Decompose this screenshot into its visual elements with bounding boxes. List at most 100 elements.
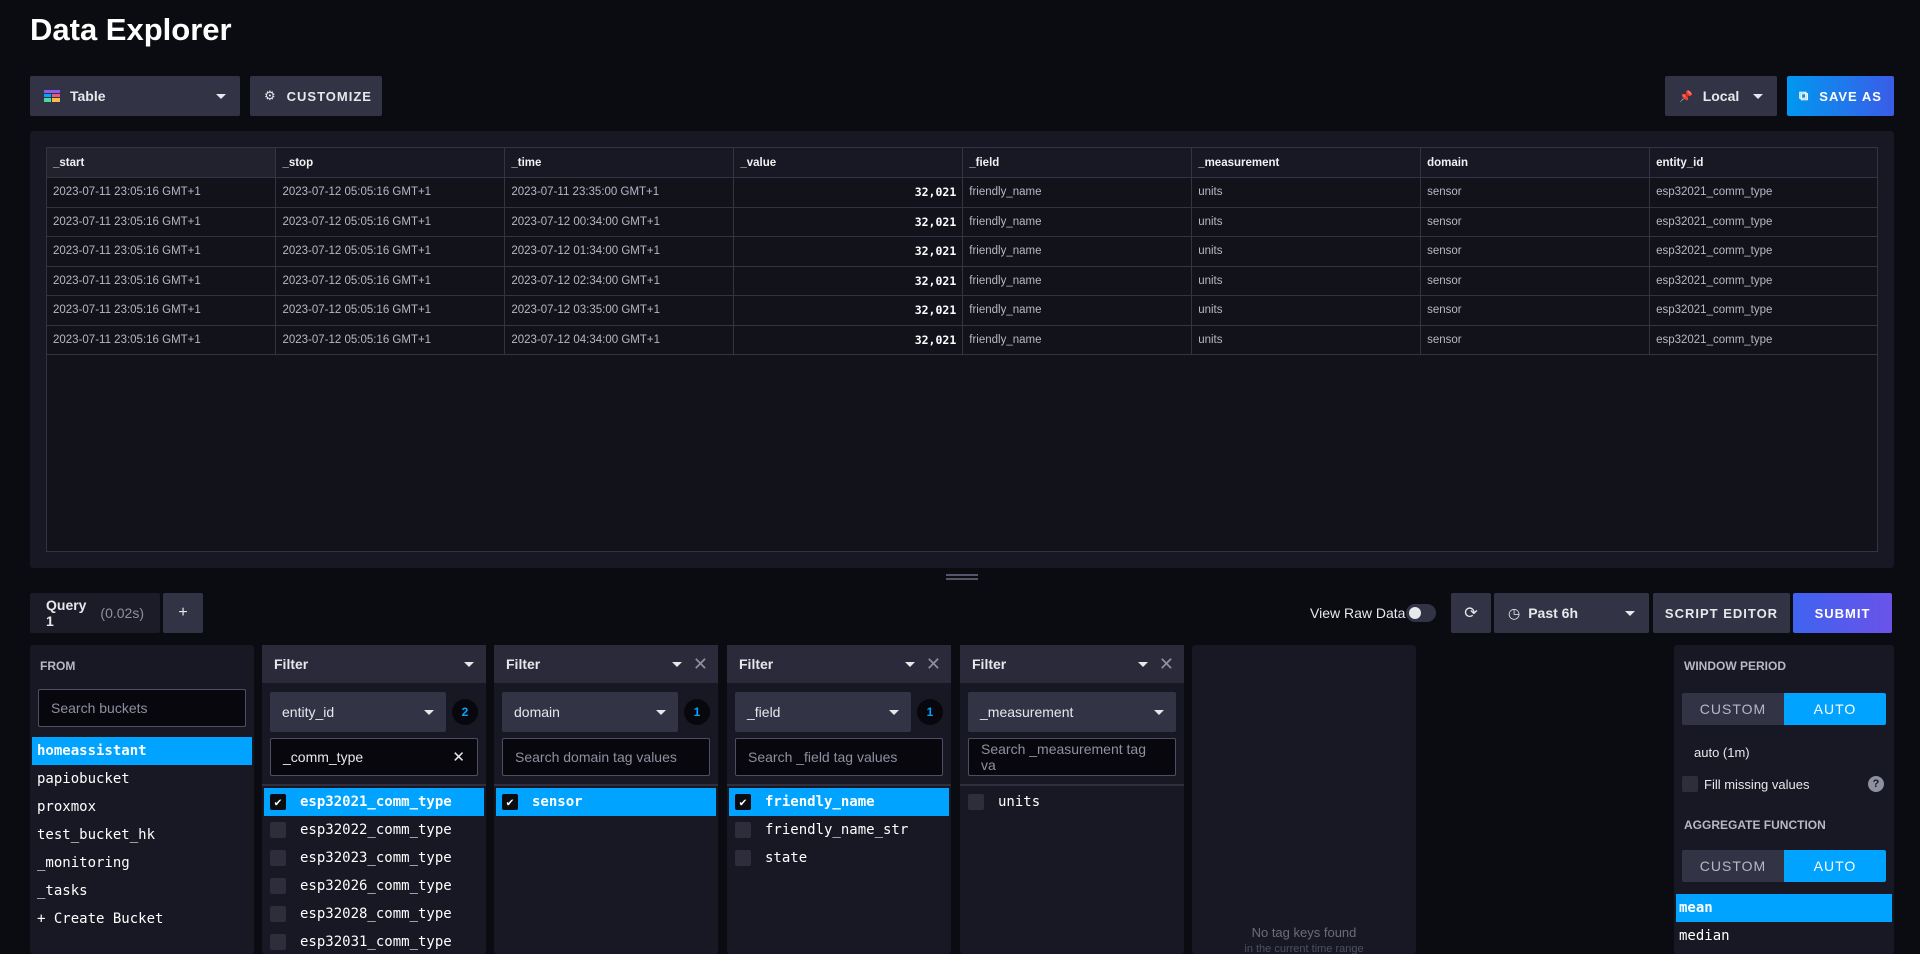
filter-card: Filter entity_id 2 _comm_type ✕ ✔ esp32021_com… (262, 645, 486, 954)
checkbox[interactable]: ✔ (735, 794, 751, 810)
tag-value-item[interactable]: units (962, 788, 1182, 816)
window-auto-button[interactable]: AUTO (1784, 693, 1886, 725)
save-as-button[interactable]: ⧉ SAVE AS (1787, 76, 1894, 116)
submit-button[interactable]: SUBMIT (1793, 593, 1892, 633)
checkbox[interactable] (968, 794, 984, 810)
refresh-button[interactable]: ⟳ (1451, 593, 1491, 633)
column-header[interactable]: _start (47, 148, 277, 178)
empty-message: No tag keys found (1251, 925, 1357, 940)
column-header[interactable]: _measurement (1191, 148, 1422, 178)
script-editor-button[interactable]: SCRIPT EDITOR (1653, 593, 1790, 633)
tag-value-search-input[interactable]: _comm_type ✕ (270, 738, 478, 776)
checkbox[interactable]: ✔ (502, 794, 518, 810)
filter-function-dropdown[interactable]: Filter (739, 656, 915, 672)
search-placeholder: Search _measurement tag va (981, 741, 1146, 773)
checkbox[interactable] (735, 850, 751, 866)
viz-type-dropdown[interactable]: Table (30, 76, 240, 116)
time-range-dropdown[interactable]: ◷ Past 6h (1494, 593, 1649, 633)
tag-value-item[interactable]: esp32026_comm_type (264, 872, 484, 900)
checkbox[interactable] (270, 850, 286, 866)
bucket-item[interactable]: papiobucket (32, 765, 252, 793)
function-list: mean median (1674, 894, 1894, 950)
query-tab[interactable]: Query 1 (0.02s) (30, 593, 160, 633)
view-raw-toggle[interactable] (1406, 604, 1436, 622)
tag-key-dropdown[interactable]: _field (735, 692, 911, 732)
tag-value-item[interactable]: state (729, 844, 949, 872)
window-custom-button[interactable]: CUSTOM (1682, 693, 1784, 725)
column-header[interactable]: domain (1420, 148, 1651, 178)
tag-value-item[interactable]: esp32023_comm_type (264, 844, 484, 872)
tag-key-dropdown[interactable]: domain (502, 692, 678, 732)
remove-filter-icon[interactable]: ✕ (1159, 654, 1174, 675)
timezone-dropdown[interactable]: 📌 Local (1665, 76, 1777, 116)
table-cell: 2023-07-12 04:34:00 GMT+1 (504, 325, 735, 355)
aggregate-function-item[interactable]: median (1676, 922, 1892, 950)
bucket-item[interactable]: _tasks (32, 877, 252, 905)
checkbox[interactable] (270, 878, 286, 894)
bucket-item[interactable]: _monitoring (32, 849, 252, 877)
column-header[interactable]: _time (504, 148, 735, 178)
checkbox[interactable] (270, 906, 286, 922)
table-cell: units (1191, 207, 1422, 237)
tag-value-search-input[interactable]: Search _measurement tag va (968, 738, 1176, 776)
tag-value-item[interactable]: esp32028_comm_type (264, 900, 484, 928)
bucket-search-input[interactable]: Search buckets (38, 689, 246, 727)
function-custom-button[interactable]: CUSTOM (1682, 850, 1784, 882)
resize-handle[interactable] (946, 574, 978, 580)
filter-function-dropdown[interactable]: Filter (972, 656, 1148, 672)
column-header[interactable]: _field (962, 148, 1193, 178)
fill-missing-checkbox[interactable] (1682, 776, 1698, 792)
tag-value-item[interactable]: ✔ friendly_name (729, 788, 949, 816)
table-cell: 2023-07-12 03:35:00 GMT+1 (504, 295, 735, 326)
column-header[interactable]: _stop (275, 148, 506, 178)
tag-value-item[interactable]: ✔ esp32021_comm_type (264, 788, 484, 816)
checkbox[interactable] (270, 822, 286, 838)
column-header[interactable]: entity_id (1649, 148, 1877, 178)
table-cell: 2023-07-12 05:05:16 GMT+1 (275, 236, 506, 267)
table-cell: 2023-07-11 23:05:16 GMT+1 (47, 295, 277, 326)
chevron-down-icon (889, 709, 899, 715)
bucket-item[interactable]: test_bucket_hk (32, 821, 252, 849)
tag-key-dropdown[interactable]: entity_id (270, 692, 446, 732)
filter-header-label: Filter (274, 656, 309, 672)
tag-value-search-input[interactable]: Search _field tag values (735, 738, 943, 776)
function-auto-button[interactable]: AUTO (1784, 850, 1886, 882)
add-query-button[interactable]: + (163, 593, 203, 633)
checkbox[interactable] (270, 934, 286, 950)
checkbox[interactable] (735, 822, 751, 838)
customize-label: CUSTOMIZE (286, 88, 372, 104)
tag-value-search-input[interactable]: Search domain tag values (502, 738, 710, 776)
create-bucket-link[interactable]: + Create Bucket (32, 905, 252, 933)
divider (727, 784, 951, 786)
table-cell: 32,021 (733, 236, 964, 267)
selected-count-badge: 1 (684, 699, 710, 725)
search-placeholder: Search _field tag values (748, 749, 898, 765)
view-raw-label: View Raw Data (1310, 605, 1406, 621)
checkbox[interactable]: ✔ (270, 794, 286, 810)
filter-function-dropdown[interactable]: Filter (506, 656, 682, 672)
page-title: Data Explorer (30, 12, 232, 47)
tag-value-item[interactable]: esp32022_comm_type (264, 816, 484, 844)
window-period-toggle: CUSTOM AUTO (1682, 693, 1886, 725)
table-cell: sensor (1420, 177, 1651, 208)
help-icon[interactable]: ? (1868, 776, 1884, 792)
bucket-item[interactable]: proxmox (32, 793, 252, 821)
key-row: domain 1 (502, 692, 710, 732)
table-row: 2023-07-11 23:05:16 GMT+1 2023-07-12 05:0… (47, 236, 1877, 267)
empty-submessage: in the current time range (1244, 943, 1364, 954)
tag-key-dropdown[interactable]: _measurement (968, 692, 1176, 732)
aggregate-function-item[interactable]: mean (1676, 894, 1892, 922)
table-cell: units (1191, 295, 1422, 326)
tag-value-item[interactable]: esp32031_comm_type (264, 928, 484, 954)
clear-search-icon[interactable]: ✕ (452, 748, 465, 766)
customize-button[interactable]: ⚙ CUSTOMIZE (250, 76, 382, 116)
bucket-item[interactable]: homeassistant (32, 737, 252, 765)
remove-filter-icon[interactable]: ✕ (693, 654, 708, 675)
table-cell: 32,021 (733, 177, 964, 208)
tag-value-item[interactable]: friendly_name_str (729, 816, 949, 844)
table-row: 2023-07-11 23:05:16 GMT+1 2023-07-12 05:0… (47, 177, 1877, 208)
column-header[interactable]: _value (733, 148, 964, 178)
filter-function-dropdown[interactable]: Filter (274, 656, 474, 672)
remove-filter-icon[interactable]: ✕ (926, 654, 941, 675)
tag-value-item[interactable]: ✔ sensor (496, 788, 716, 816)
